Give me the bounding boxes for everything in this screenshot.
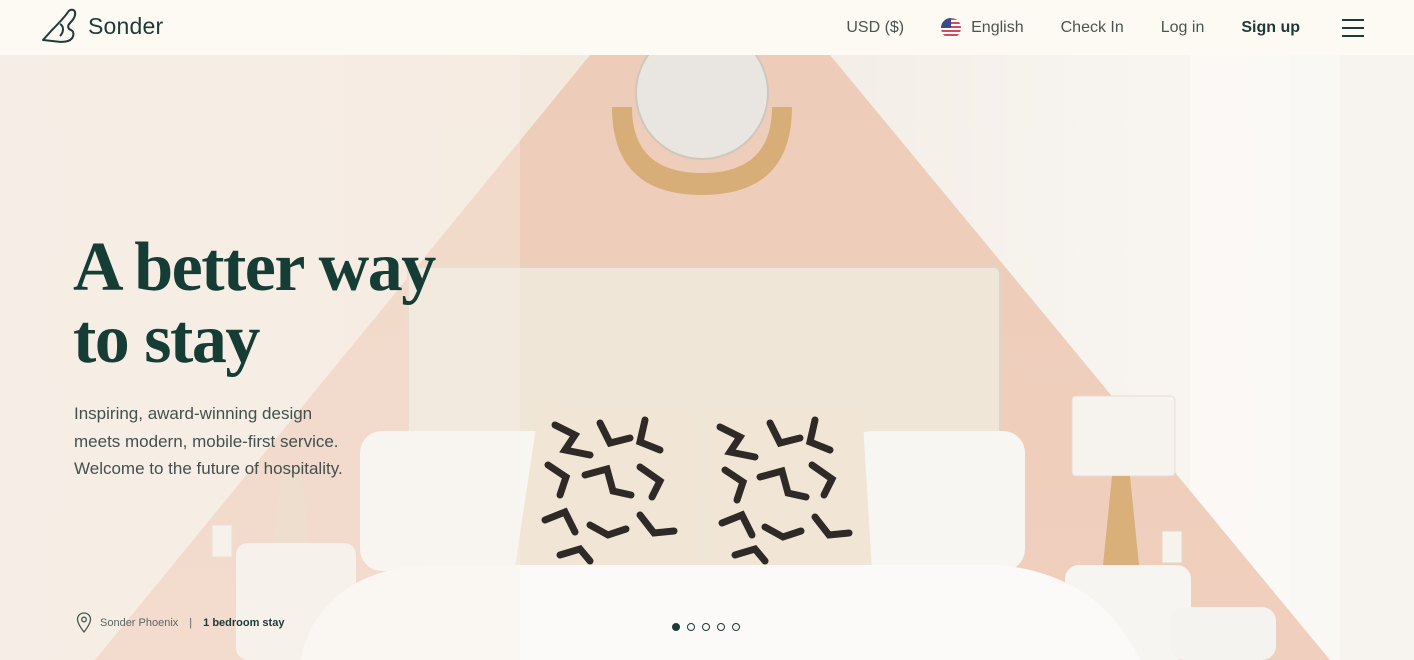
subtext-line-1: Inspiring, award-winning design [74, 404, 313, 423]
hero-subtext: Inspiring, award-winning design meets mo… [74, 400, 394, 483]
log-in-link[interactable]: Log in [1161, 19, 1205, 37]
us-flag-icon [941, 17, 962, 38]
language-label: English [971, 18, 1024, 36]
carousel-dot-1[interactable] [672, 623, 680, 631]
language-selector[interactable]: English [941, 17, 1024, 38]
property-caption: Sonder Phoenix | 1 bedroom stay [76, 612, 284, 634]
carousel-dot-2[interactable] [687, 623, 695, 631]
hero-headline: A better way to stay [73, 232, 493, 376]
check-in-link[interactable]: Check In [1061, 19, 1124, 37]
location-name: Sonder Phoenix [100, 617, 179, 629]
hamburger-menu-icon[interactable] [1342, 18, 1364, 37]
headline-line-2: to stay [73, 301, 260, 378]
carousel-indicators [672, 623, 740, 631]
top-nav: USD ($) English Check In Log in Sign up [846, 0, 1364, 55]
location-pin-icon [76, 612, 92, 634]
brand-name: Sonder [88, 12, 164, 39]
sonder-bird-icon [42, 8, 77, 43]
caption-separator: | [189, 617, 193, 629]
headline-line-1: A better way [73, 229, 436, 306]
sign-up-link[interactable]: Sign up [1241, 19, 1300, 37]
subtext-line-2: meets modern, mobile-first service. [74, 431, 339, 451]
carousel-dot-5[interactable] [732, 623, 740, 631]
site-header: Sonder USD ($) English Check In Log in S… [0, 0, 1414, 55]
carousel-dot-3[interactable] [702, 623, 710, 631]
carousel-dot-4[interactable] [717, 623, 725, 631]
currency-selector[interactable]: USD ($) [846, 19, 904, 37]
stay-type: 1 bedroom stay [203, 617, 285, 629]
subtext-line-3: Welcome to the future of hospitality. [74, 459, 343, 478]
hero-section: A better way to stay Inspiring, award-wi… [0, 55, 1414, 660]
sonder-logo[interactable]: Sonder [40, 8, 163, 44]
